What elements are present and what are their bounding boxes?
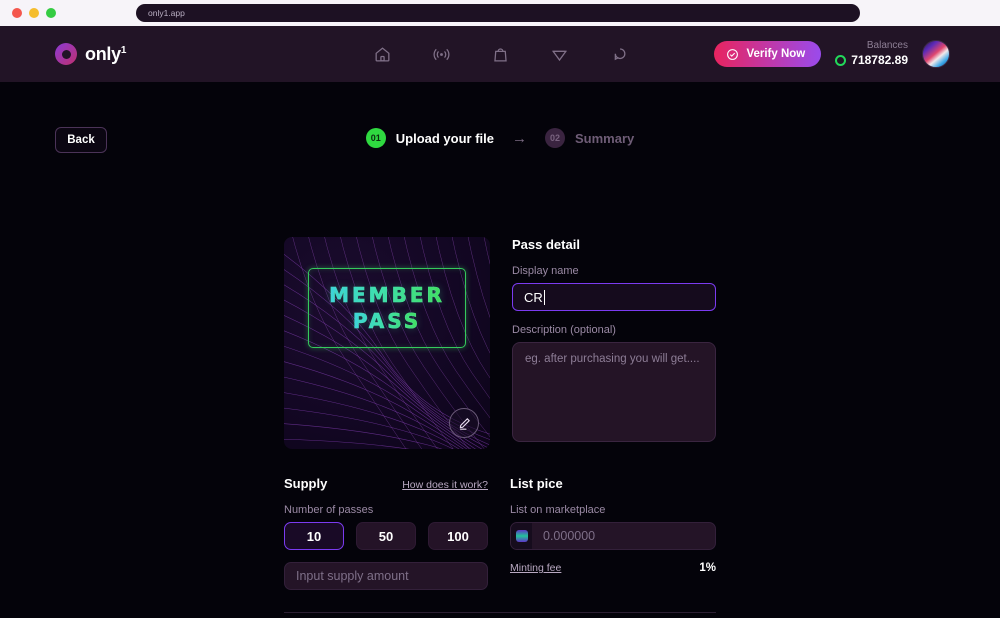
avatar[interactable] xyxy=(922,40,950,68)
description-input[interactable] xyxy=(512,342,716,442)
supply-section: Supply How does it work? Number of passe… xyxy=(284,476,488,590)
pencil-icon xyxy=(459,417,470,430)
step-summary[interactable]: 02 Summary xyxy=(544,128,635,148)
check-circle-icon xyxy=(727,48,739,60)
address-bar[interactable]: only1.app xyxy=(136,4,860,22)
app-header: only1 Verify Now Balances 718782.89 xyxy=(0,26,1000,82)
browser-chrome: only1.app xyxy=(0,0,1000,26)
supply-amount-input[interactable] xyxy=(284,562,488,590)
maximize-window-button[interactable] xyxy=(46,8,56,18)
pass-detail-form: Pass detail Display name CR Description … xyxy=(512,237,716,449)
section-divider xyxy=(284,612,716,613)
supply-option-50[interactable]: 50 xyxy=(356,522,416,550)
window-controls xyxy=(12,8,56,18)
supply-option-100[interactable]: 100 xyxy=(428,522,488,550)
url-text: only1.app xyxy=(148,8,185,18)
balances-label: Balances xyxy=(866,40,908,52)
list-price-section: List pice List on marketplace Minting fe… xyxy=(510,476,716,590)
chat-icon[interactable] xyxy=(609,45,628,64)
brand-logo[interactable]: only1 xyxy=(55,43,126,65)
supply-header: Supply How does it work? xyxy=(284,476,488,491)
minting-fee-row: Minting fee 1% xyxy=(510,562,716,574)
top-row: MEMBER PASS Pass detail Display name CR xyxy=(284,237,716,449)
list-on-marketplace-label: List on marketplace xyxy=(510,504,606,516)
text-caret xyxy=(543,289,545,305)
bag-icon[interactable] xyxy=(491,45,510,64)
step-arrow-icon: → xyxy=(511,129,527,147)
token-square-icon xyxy=(515,530,528,542)
broadcast-icon[interactable] xyxy=(432,45,451,64)
step-upload-your-file[interactable]: 01 Upload your file xyxy=(365,128,494,148)
balance-amount: 718782.89 xyxy=(851,52,908,67)
header-actions: Verify Now Balances 718782.89 xyxy=(714,40,950,68)
display-name-label: Display name xyxy=(512,265,579,277)
verify-now-label: Verify Now xyxy=(746,48,806,60)
form-content: MEMBER PASS Pass detail Display name CR xyxy=(284,237,716,618)
description-label: Description (optional) xyxy=(512,324,616,336)
edit-image-button[interactable] xyxy=(449,408,479,438)
home-icon[interactable] xyxy=(373,45,392,64)
balances-block: Balances 718782.89 xyxy=(835,40,908,68)
pass-title-line1: MEMBER xyxy=(329,283,445,308)
token-icon xyxy=(511,523,532,549)
pass-preview-card[interactable]: MEMBER PASS xyxy=(284,237,490,449)
minting-fee-link[interactable]: Minting fee xyxy=(510,562,561,574)
balance-row: 718782.89 xyxy=(835,53,908,68)
logo-wordmark: only1 xyxy=(85,43,127,64)
number-of-passes-label: Number of passes xyxy=(284,504,374,516)
page-body: Back 01 Upload your file → 02 Summary ME… xyxy=(0,82,1000,618)
bottom-row: Supply How does it work? Number of passe… xyxy=(284,476,716,590)
display-name-input[interactable]: CR xyxy=(512,283,716,311)
step-1-label: Upload your file xyxy=(395,130,494,146)
verify-now-button[interactable]: Verify Now xyxy=(714,41,822,67)
token-ring-icon xyxy=(835,54,847,66)
step-indicator: 01 Upload your file → 02 Summary xyxy=(0,128,1000,148)
supply-options: 10 50 100 xyxy=(284,522,488,550)
list-price-title: List pice xyxy=(510,476,563,491)
gem-icon[interactable] xyxy=(550,45,569,64)
step-1-badge: 01 xyxy=(365,128,386,148)
step-2-badge: 02 xyxy=(544,128,565,148)
neon-frame: MEMBER PASS xyxy=(308,268,466,348)
supply-option-10[interactable]: 10 xyxy=(284,522,344,550)
price-input[interactable] xyxy=(532,523,715,549)
how-does-it-work-link[interactable]: How does it work? xyxy=(402,479,488,491)
price-input-group xyxy=(510,522,716,550)
minimize-window-button[interactable] xyxy=(29,8,39,18)
pass-title-line2: PASS xyxy=(352,309,422,334)
display-name-value: CR xyxy=(524,289,543,305)
logo-ring-icon xyxy=(55,43,77,65)
close-window-button[interactable] xyxy=(12,8,22,18)
supply-title: Supply xyxy=(284,476,328,491)
step-2-label: Summary xyxy=(574,130,635,146)
minting-fee-value: 1% xyxy=(699,562,716,574)
pass-detail-title: Pass detail xyxy=(512,237,580,252)
